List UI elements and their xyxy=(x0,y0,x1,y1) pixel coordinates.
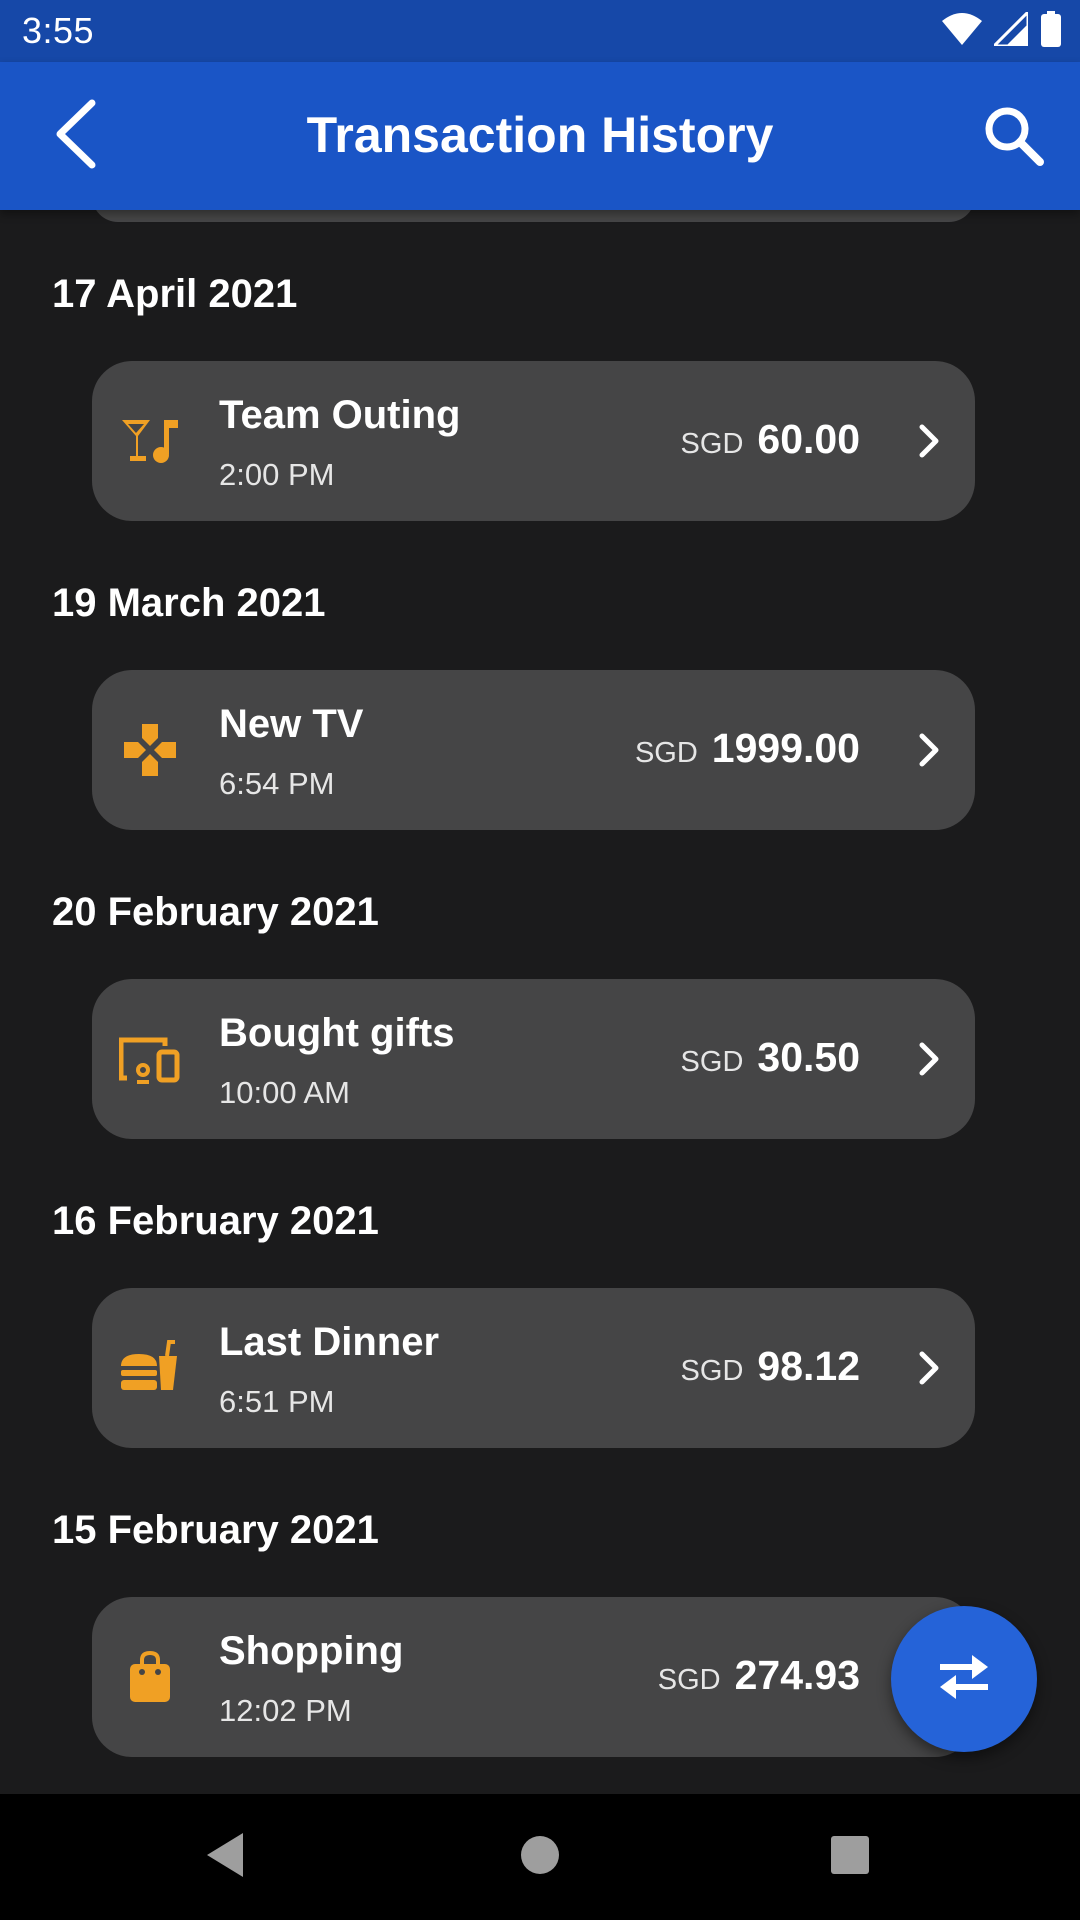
currency-label: SGD xyxy=(680,428,744,460)
status-time: 3:55 xyxy=(22,10,95,51)
amount-value: 1999.00 xyxy=(711,725,860,771)
fastfood-icon xyxy=(118,1336,182,1400)
transfer-fab-button[interactable] xyxy=(891,1606,1037,1752)
transaction-card[interactable]: Team Outing 2:00 PM SGD 60.00 xyxy=(92,361,975,521)
currency-label: SGD xyxy=(680,1355,744,1387)
transaction-title: Bought gifts xyxy=(219,1011,455,1055)
amount-value: 60.00 xyxy=(757,416,860,462)
date-header: 20 February 2021 xyxy=(52,890,379,934)
nav-recents-icon xyxy=(830,1835,870,1880)
transaction-time: 6:54 PM xyxy=(219,766,335,801)
transaction-amount: SGD 60.00 xyxy=(681,416,860,463)
nav-back-icon xyxy=(203,1831,247,1884)
transaction-card[interactable]: Last Dinner 6:51 PM SGD 98.12 xyxy=(92,1288,975,1448)
chevron-right-icon xyxy=(909,421,949,461)
date-header: 19 March 2021 xyxy=(52,581,326,625)
chevron-right-icon xyxy=(909,730,949,770)
transaction-list[interactable]: 17 April 2021 Team Outing 2:00 PM SGD 60… xyxy=(0,210,1080,1794)
search-button[interactable] xyxy=(974,98,1054,178)
shopping-bag-icon xyxy=(118,1645,182,1709)
chevron-right-icon xyxy=(909,1348,949,1388)
wifi-icon xyxy=(942,12,982,50)
nav-back-button[interactable] xyxy=(190,1822,260,1892)
date-header: 17 April 2021 xyxy=(52,272,298,316)
date-header: 16 February 2021 xyxy=(52,1199,379,1243)
page-title: Transaction History xyxy=(306,107,774,163)
currency-label: SGD xyxy=(657,1664,721,1696)
transaction-amount: SGD 98.12 xyxy=(681,1343,860,1390)
transaction-title: Last Dinner xyxy=(219,1320,440,1364)
amount-value: 98.12 xyxy=(757,1343,860,1389)
chevron-right-icon xyxy=(909,1039,949,1079)
amount-value: 274.93 xyxy=(734,1652,860,1698)
swap-horiz-icon xyxy=(936,1653,992,1706)
nav-recents-button[interactable] xyxy=(815,1822,885,1892)
transaction-amount: SGD 274.93 xyxy=(658,1652,860,1699)
status-bar: 3:55 xyxy=(0,0,1080,62)
transaction-time: 10:00 AM xyxy=(219,1075,350,1110)
nightlife-icon xyxy=(118,409,182,473)
system-nav-bar xyxy=(0,1794,1080,1920)
transaction-card[interactable]: New TV 6:54 PM SGD 1999.00 xyxy=(92,670,975,830)
app-bar: Transaction History xyxy=(0,62,1080,210)
nav-home-icon xyxy=(519,1834,561,1881)
transaction-amount: SGD 1999.00 xyxy=(635,725,860,772)
previous-card-edge xyxy=(92,210,975,222)
transaction-time: 12:02 PM xyxy=(219,1693,352,1728)
transaction-title: Shopping xyxy=(219,1629,404,1673)
transaction-title: New TV xyxy=(219,702,364,746)
transaction-amount: SGD 30.50 xyxy=(681,1034,860,1081)
devices-icon xyxy=(118,1027,182,1091)
search-icon xyxy=(982,104,1046,173)
status-icons xyxy=(942,7,1062,52)
transaction-title: Team Outing xyxy=(219,393,461,437)
amount-value: 30.50 xyxy=(757,1034,860,1080)
currency-label: SGD xyxy=(634,737,698,769)
date-header: 15 February 2021 xyxy=(52,1508,379,1552)
nav-home-button[interactable] xyxy=(505,1822,575,1892)
signal-icon xyxy=(990,7,1030,51)
currency-label: SGD xyxy=(680,1046,744,1078)
transaction-card[interactable]: Bought gifts 10:00 AM SGD 30.50 xyxy=(92,979,975,1139)
transaction-card[interactable]: Shopping 12:02 PM SGD 274.93 xyxy=(92,1597,975,1757)
transaction-time: 6:51 PM xyxy=(219,1384,335,1419)
gamepad-icon xyxy=(118,718,182,782)
transaction-time: 2:00 PM xyxy=(219,457,335,492)
battery-icon xyxy=(1040,10,1062,52)
